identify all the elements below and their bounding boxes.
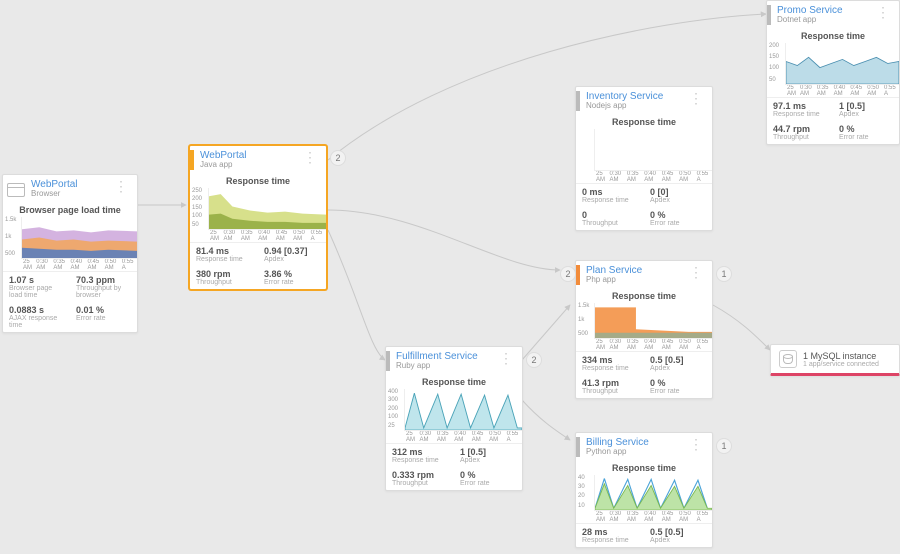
node-plan-service[interactable]: Plan Service Php app ⋮ Response time 1.5… <box>575 260 713 399</box>
node-title: 1 MySQL instance <box>803 351 879 361</box>
chart-title: Response time <box>576 287 712 303</box>
node-subtitle: Dotnet app <box>777 16 872 25</box>
chart-title: Response time <box>190 172 326 188</box>
chart-plan-response: 1.5k1k500 25 AM0:30 AM0:35 AM0:40 AM0:45… <box>576 303 712 351</box>
chart-billing-response: 40302010 25 AM0:30 AM0:35 AM0:40 AM0:45 … <box>576 475 712 523</box>
node-inventory-service[interactable]: Inventory Service Nodejs app ⋮ Response … <box>575 86 713 231</box>
database-icon <box>779 350 797 368</box>
connection-count-badge: 2 <box>560 266 576 282</box>
node-promo-service[interactable]: Promo Service Dotnet app ⋮ Response time… <box>766 0 900 145</box>
connection-count-badge: 2 <box>330 150 346 166</box>
node-subtitle: Java app <box>200 161 299 170</box>
connection-count-badge: 1 <box>716 438 732 454</box>
node-subtitle: Nodejs app <box>586 102 685 111</box>
node-subtitle: 1 app/service connected <box>803 361 879 368</box>
connection-count-badge: 2 <box>526 352 542 368</box>
kebab-menu-icon[interactable]: ⋮ <box>495 351 516 365</box>
chart-fulfillment-response: 40030020010025 25 AM0:30 AM0:35 AM0:40 A… <box>386 389 522 443</box>
kebab-menu-icon[interactable]: ⋮ <box>685 91 706 105</box>
chart-browser-loadtime: 1.5k1k500 25 AM0:30 AM0:35 AM0:40 AM0:45… <box>3 217 137 271</box>
kebab-menu-icon[interactable]: ⋮ <box>299 150 320 164</box>
kebab-menu-icon[interactable]: ⋮ <box>685 265 706 279</box>
chart-title: Response time <box>576 113 712 129</box>
chart-promo-response: 20015010050 25 AM0:30 AM0:35 AM0:40 AM0:… <box>767 43 899 97</box>
kebab-menu-icon[interactable]: ⋮ <box>872 5 893 19</box>
kebab-menu-icon[interactable]: ⋮ <box>685 437 706 451</box>
node-subtitle: Python app <box>586 448 685 457</box>
node-webportal-java[interactable]: WebPortal Java app ⋮ Response time 25020… <box>189 145 327 290</box>
chart-inventory-response: 25 AM0:30 AM0:35 AM0:40 AM0:45 AM0:50 AM… <box>576 129 712 183</box>
node-mysql-instance[interactable]: 1 MySQL instance 1 app/service connected <box>770 344 900 376</box>
node-subtitle: Browser <box>31 190 110 199</box>
chart-title: Response time <box>767 27 899 43</box>
node-billing-service[interactable]: Billing Service Python app ⋮ Response ti… <box>575 432 713 548</box>
node-subtitle: Ruby app <box>396 362 495 371</box>
browser-icon <box>7 183 25 197</box>
chart-title: Response time <box>386 373 522 389</box>
chart-title: Browser page load time <box>3 201 137 217</box>
connection-count-badge: 1 <box>716 266 732 282</box>
chart-webportal-response: 25020015010050 25 AM0:30 AM0:35 AM0:40 A… <box>190 188 326 242</box>
kebab-menu-icon[interactable]: ⋮ <box>110 179 131 193</box>
node-browser-webportal[interactable]: WebPortal Browser ⋮ Browser page load ti… <box>2 174 138 333</box>
node-fulfillment-service[interactable]: Fulfillment Service Ruby app ⋮ Response … <box>385 346 523 491</box>
chart-title: Response time <box>576 459 712 475</box>
node-subtitle: Php app <box>586 276 685 285</box>
